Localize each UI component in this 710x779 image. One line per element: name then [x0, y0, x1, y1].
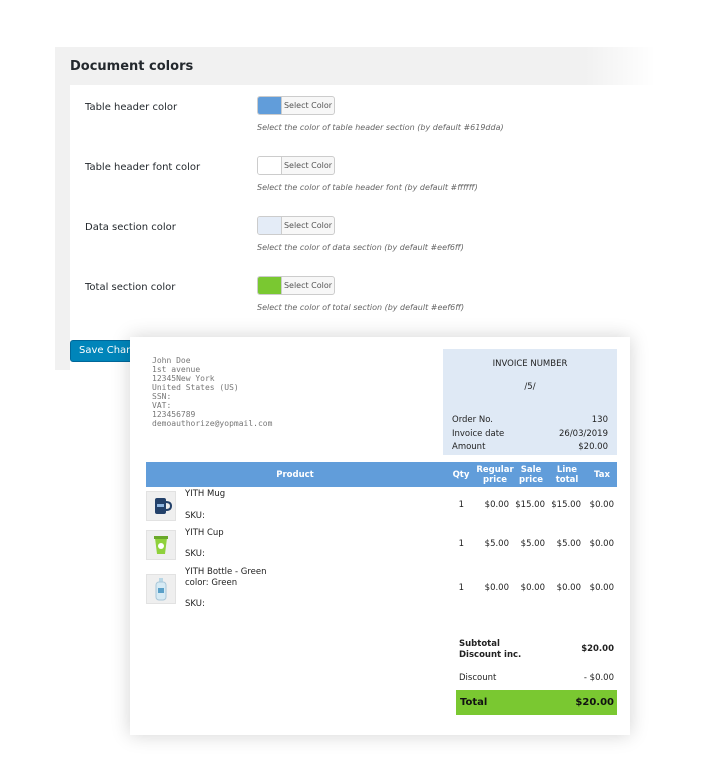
invoice-heading: INVOICE NUMBER [492, 359, 568, 369]
total-row: Total $20.00 [456, 690, 617, 715]
document-colors-panel: Document colors Table header color Selec… [55, 47, 655, 371]
table-header: Product Qty Regular price Sale price Lin… [146, 462, 617, 487]
address-line: United States (US) [152, 383, 239, 392]
address-line: 1st avenue [152, 365, 201, 374]
discount-value: - $0.00 [583, 673, 614, 683]
color-swatch[interactable] [258, 97, 282, 114]
meta-label: Invoice date [452, 429, 505, 439]
item-tax: $0.00 [589, 500, 614, 510]
meta-value: 130 [591, 415, 608, 425]
data-section-color-picker[interactable]: Select Color [257, 216, 335, 235]
address-line: 12345New York [152, 374, 215, 383]
item-qty: 1 [458, 539, 464, 549]
column-qty: Qty [452, 469, 470, 480]
column-product: Product [276, 469, 314, 480]
item-sale-price: $0.00 [520, 583, 545, 593]
table-header-color-picker[interactable]: Select Color [257, 96, 335, 115]
item-regular-price: $0.00 [484, 500, 509, 510]
total-section-color-desc: Select the color of total section (by de… [257, 303, 465, 312]
meta-label: Order No. [452, 415, 493, 425]
table-header-font-color-desc: Select the color of table header font (b… [257, 183, 478, 192]
total-label: Total [460, 697, 488, 708]
discount-label: Discount [459, 673, 497, 683]
panel-fade [585, 47, 655, 370]
total-section-color-label: Total section color [85, 282, 176, 293]
discount-inc-label: Discount inc. [459, 650, 522, 660]
address-line: 123456789 [152, 410, 196, 419]
color-swatch[interactable] [258, 277, 282, 294]
data-section-color-label: Data section color [85, 222, 176, 233]
item-line-total: $5.00 [556, 539, 581, 549]
table-header-color-desc: Select the color of table header section… [257, 123, 504, 132]
invoice-preview: John Doe 1st avenue 12345New York United… [130, 337, 630, 735]
meta-value: $20.00 [578, 442, 608, 452]
order-number-row: Order No. 130 [452, 415, 608, 425]
section-title: Document colors [70, 59, 194, 74]
color-swatch[interactable] [258, 157, 282, 174]
color-swatch[interactable] [258, 217, 282, 234]
item-regular-price: $5.00 [484, 539, 509, 549]
table-header-color-label: Table header color [85, 102, 178, 113]
options-card: Table header color Select Color Select t… [70, 85, 655, 371]
table-header-font-color-picker[interactable]: Select Color [257, 156, 335, 175]
bottle-image [146, 574, 176, 604]
address-line: VAT: [152, 401, 172, 410]
meta-label: Amount [452, 442, 486, 452]
address-line: John Doe [152, 356, 191, 365]
table-header-font-color-label: Table header font color [85, 162, 201, 173]
invoice-number: /5/ [524, 382, 536, 392]
select-color-button[interactable]: Select Color [282, 277, 334, 294]
cup-image [146, 530, 176, 560]
total-section-color-picker[interactable]: Select Color [257, 276, 335, 295]
select-color-button[interactable]: Select Color [282, 217, 334, 234]
select-color-button[interactable]: Select Color [282, 97, 334, 114]
item-qty: 1 [458, 583, 464, 593]
item-sku: SKU: [185, 549, 205, 559]
item-tax: $0.00 [589, 583, 614, 593]
item-name: YITH Cup [185, 528, 224, 538]
column-tax: Tax [594, 469, 610, 480]
address-line: demoauthorize@yopmail.com [152, 419, 273, 428]
item-qty: 1 [458, 500, 464, 510]
item-regular-price: $0.00 [484, 583, 509, 593]
mug-image [146, 491, 176, 521]
item-sale-price: $5.00 [520, 539, 545, 549]
item-name: YITH Mug [185, 489, 226, 499]
item-line-total: $15.00 [551, 500, 581, 510]
column-sale-price: Sale price [519, 464, 543, 485]
item-sku: SKU: [185, 511, 205, 521]
meta-value: 26/03/2019 [559, 429, 608, 439]
item-attribute: color: Green [185, 578, 238, 588]
item-tax: $0.00 [589, 539, 614, 549]
amount-row: Amount $20.00 [452, 442, 608, 452]
data-section-color-desc: Select the color of data section (by def… [257, 243, 464, 252]
customer-address: John Doe 1st avenue 12345New York United… [152, 356, 272, 428]
item-line-total: $0.00 [556, 583, 581, 593]
invoice-info-box: INVOICE NUMBER /5/ Order No. 130 Invoice… [443, 349, 617, 455]
column-line-total: Line total [555, 464, 579, 485]
invoice-date-row: Invoice date 26/03/2019 [452, 429, 608, 439]
item-sale-price: $15.00 [515, 500, 545, 510]
item-sku: SKU: [185, 599, 205, 609]
address-line: SSN: [152, 392, 172, 401]
column-regular-price: Regular price [476, 464, 514, 485]
select-color-button[interactable]: Select Color [282, 157, 334, 174]
subtotal-value: $20.00 [581, 644, 614, 654]
total-value: $20.00 [575, 697, 614, 708]
item-name: YITH Bottle - Green [185, 567, 267, 577]
subtotal-label: Subtotal [459, 639, 500, 649]
